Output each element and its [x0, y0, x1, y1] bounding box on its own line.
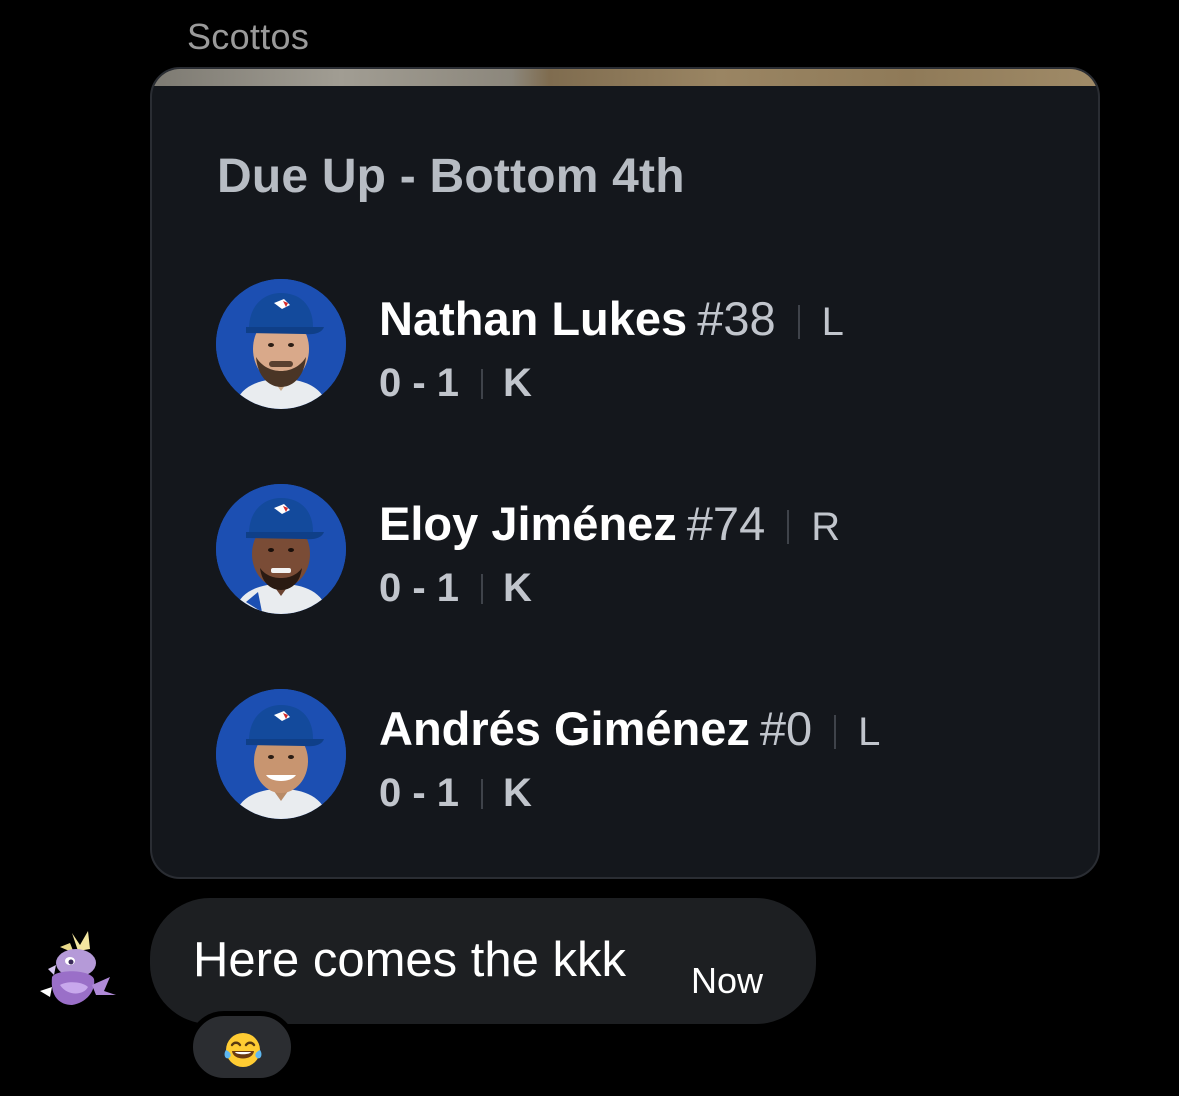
player-bat-hand: L — [858, 710, 881, 754]
player-stat: 0 - 1 — [379, 361, 460, 405]
player-number: #0 — [759, 702, 813, 755]
card-photo-strip — [152, 69, 1098, 86]
player-row[interactable]: Andrés Giménez #0 L 0 - 1 K — [216, 689, 1076, 821]
separator — [787, 510, 790, 544]
player-row[interactable]: Eloy Jiménez #74 R 0 - 1 K — [216, 484, 1076, 616]
separator — [481, 369, 484, 399]
card-title: Due Up - Bottom 4th — [217, 150, 685, 203]
player-name: Eloy Jiménez — [379, 497, 677, 550]
player-number: #74 — [686, 497, 766, 550]
tears-of-joy-emoji-icon — [224, 1033, 262, 1067]
message-text: Here comes the kkk — [193, 933, 626, 987]
separator — [797, 305, 800, 339]
separator — [481, 779, 484, 809]
separator — [834, 715, 837, 749]
player-headshot-icon — [216, 689, 346, 819]
player-row[interactable]: Nathan Lukes #38 L 0 - 1 K — [216, 279, 1076, 411]
sender-avatar-icon[interactable] — [30, 925, 120, 1015]
player-name: Andrés Giménez — [379, 702, 750, 755]
player-stat: 0 - 1 — [379, 566, 460, 610]
player-result: K — [503, 771, 532, 815]
player-headshot-icon — [216, 484, 346, 614]
message-bubble[interactable]: Here comes the kkk Now — [150, 898, 816, 1024]
reaction-badge[interactable] — [188, 1011, 296, 1083]
sender-name: Scottos — [187, 16, 310, 57]
player-avatar — [216, 689, 346, 819]
due-up-card[interactable]: Due Up - Bottom 4th Nathan Lukes #38 L 0… — [150, 67, 1100, 879]
player-stat: 0 - 1 — [379, 771, 460, 815]
player-name: Nathan Lukes — [379, 292, 688, 345]
player-avatar — [216, 484, 346, 614]
player-bat-hand: R — [811, 505, 841, 549]
separator — [481, 574, 484, 604]
player-bat-hand: L — [821, 300, 844, 344]
message-time: Now — [691, 960, 764, 1001]
player-result: K — [503, 566, 532, 610]
player-avatar — [216, 279, 346, 409]
player-headshot-icon — [216, 279, 346, 409]
player-result: K — [503, 361, 532, 405]
player-number: #38 — [697, 292, 776, 345]
